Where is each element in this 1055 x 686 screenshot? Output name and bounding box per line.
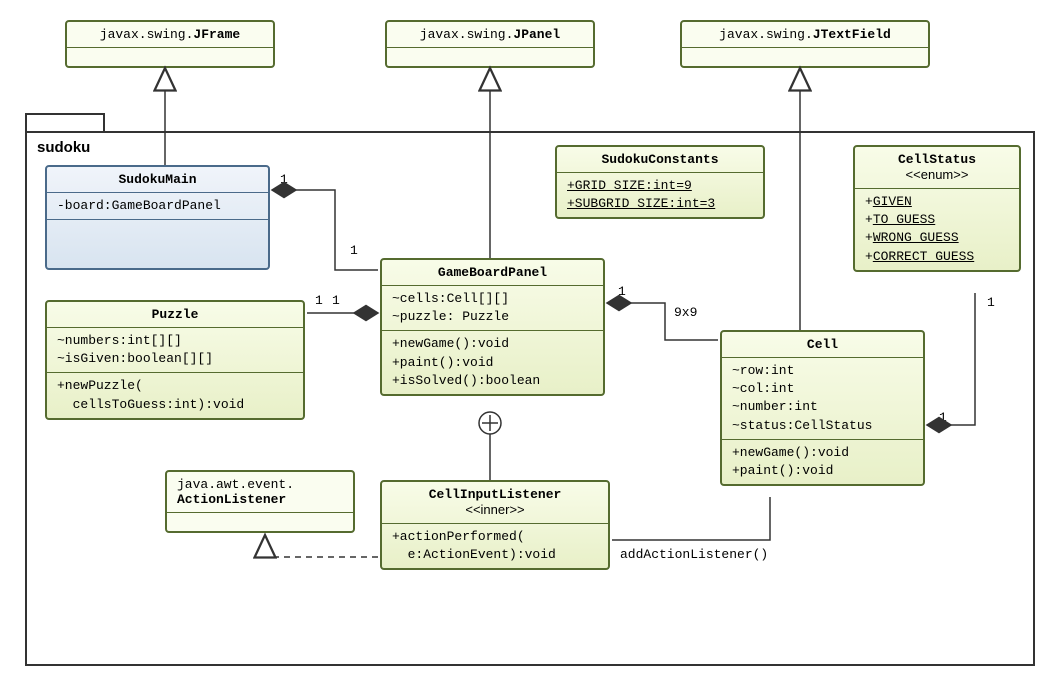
- mult-gbp-puz-1a: 1: [313, 293, 325, 308]
- gameboardpanel-op-0: +newGame():void: [392, 335, 593, 353]
- cellstatus-val-2: WRONG_GUESS: [873, 230, 959, 245]
- class-cell: Cell ~row:int ~col:int ~number:int ~stat…: [720, 330, 925, 486]
- actionlistener-cls: ActionListener: [177, 492, 286, 507]
- class-actionlistener: java.awt.event. ActionListener: [165, 470, 355, 533]
- cellstatus-val-0: GIVEN: [873, 194, 912, 209]
- mult-sm-gbp-1b: 1: [348, 243, 360, 258]
- cell-name: Cell: [807, 337, 838, 352]
- jtextfield-pkg: javax.swing.: [719, 27, 813, 42]
- sudokuconstants-name: SudokuConstants: [601, 152, 718, 167]
- gameboardpanel-attr-1: ~puzzle: Puzzle: [392, 308, 593, 326]
- class-jtextfield: javax.swing.JTextField: [680, 20, 930, 68]
- package-tab: [25, 113, 105, 133]
- sudokumain-name: SudokuMain: [118, 172, 196, 187]
- assoc-addactionlistener: addActionListener(): [620, 547, 768, 562]
- cellstatus-val-3: CORRECT_GUESS: [873, 249, 974, 264]
- package-name: sudoku: [37, 139, 90, 156]
- cell-attr-1: ~col:int: [732, 380, 913, 398]
- gameboardpanel-op-2: +isSolved():boolean: [392, 372, 593, 390]
- actionlistener-pkg: java.awt.event.: [177, 477, 294, 492]
- jpanel-cls: JPanel: [513, 27, 560, 42]
- mult-gbp-cell-9x9: 9x9: [672, 305, 699, 320]
- mult-gbp-puz-1b: 1: [330, 293, 342, 308]
- jtextfield-cls: JTextField: [813, 27, 891, 42]
- cellinputlistener-op-0: +actionPerformed( e:ActionEvent):void: [392, 528, 598, 564]
- jframe-pkg: javax.swing.: [100, 27, 194, 42]
- sudokuconstants-attr-0: +GRID_SIZE:int=9: [567, 177, 753, 195]
- mult-sm-gbp-1a: 1: [278, 172, 290, 187]
- puzzle-attr-1: ~isGiven:boolean[][]: [57, 350, 293, 368]
- cell-op-1: +paint():void: [732, 462, 913, 480]
- class-sudokumain: SudokuMain -board:GameBoardPanel: [45, 165, 270, 270]
- class-cellinputlistener: CellInputListener <<inner>> +actionPerfo…: [380, 480, 610, 570]
- cell-attr-3: ~status:CellStatus: [732, 417, 913, 435]
- cellinputlistener-name: CellInputListener: [429, 487, 562, 502]
- gameboardpanel-op-1: +paint():void: [392, 354, 593, 372]
- cell-op-0: +newGame():void: [732, 444, 913, 462]
- class-puzzle: Puzzle ~numbers:int[][] ~isGiven:boolean…: [45, 300, 305, 420]
- class-sudokuconstants: SudokuConstants +GRID_SIZE:int=9 +SUBGRI…: [555, 145, 765, 219]
- sudokumain-attr-0: -board:GameBoardPanel: [57, 197, 258, 215]
- mult-cell-status-1a: 1: [937, 410, 949, 425]
- mult-gbp-cell-1: 1: [616, 284, 628, 299]
- gameboardpanel-attr-0: ~cells:Cell[][]: [392, 290, 593, 308]
- mult-cell-status-1b: 1: [985, 295, 997, 310]
- class-gameboardpanel: GameBoardPanel ~cells:Cell[][] ~puzzle: …: [380, 258, 605, 396]
- jframe-cls: JFrame: [193, 27, 240, 42]
- cellstatus-stereo: <<enum>>: [906, 167, 969, 182]
- cellinputlistener-stereo: <<inner>>: [465, 502, 524, 517]
- gameboardpanel-name: GameBoardPanel: [438, 265, 547, 280]
- jpanel-pkg: javax.swing.: [420, 27, 514, 42]
- cell-attr-2: ~number:int: [732, 398, 913, 416]
- cellstatus-name: CellStatus: [898, 152, 976, 167]
- puzzle-attr-0: ~numbers:int[][]: [57, 332, 293, 350]
- class-jpanel: javax.swing.JPanel: [385, 20, 595, 68]
- class-cellstatus: CellStatus <<enum>> +GIVEN +TO_GUESS +WR…: [853, 145, 1021, 272]
- sudokuconstants-attr-1: +SUBGRID_SIZE:int=3: [567, 195, 753, 213]
- cellstatus-val-1: TO_GUESS: [873, 212, 935, 227]
- cell-attr-0: ~row:int: [732, 362, 913, 380]
- puzzle-name: Puzzle: [152, 307, 199, 322]
- class-jframe: javax.swing.JFrame: [65, 20, 275, 68]
- puzzle-op-0: +newPuzzle( cellsToGuess:int):void: [57, 377, 293, 413]
